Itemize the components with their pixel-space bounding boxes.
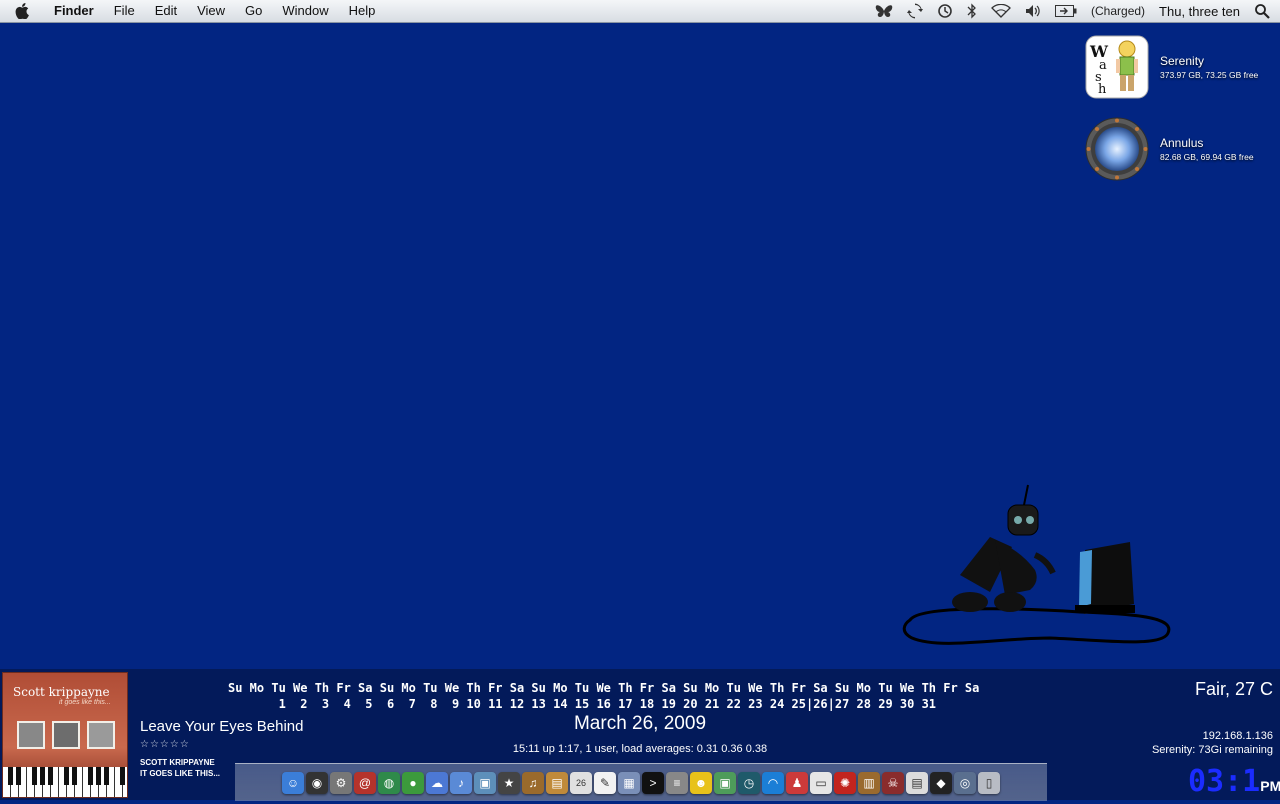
now-playing-rating[interactable]: ☆☆☆☆☆ xyxy=(140,739,190,750)
disk-annulus[interactable]: Annulus 82.68 GB, 69.94 GB free xyxy=(1085,117,1254,181)
month-calendar: Su Mo Tu We Th Fr Sa Su Mo Tu We Th Fr S… xyxy=(228,680,979,712)
spotlight-search-icon[interactable] xyxy=(1254,3,1270,19)
butterfly-icon[interactable] xyxy=(875,4,893,18)
stargate-disk-icon xyxy=(1085,117,1149,181)
ip-address: 192.168.1.136 xyxy=(1202,730,1273,742)
address-book-icon[interactable]: @ xyxy=(354,771,376,794)
system-preferences-icon[interactable]: ⚙ xyxy=(330,771,352,794)
time-machine-icon[interactable] xyxy=(937,3,953,19)
activity-monitor-icon[interactable]: ≡ xyxy=(666,771,688,794)
uptime-load: 15:11 up 1:17, 1 user, load averages: 0.… xyxy=(512,743,768,755)
piano-keys-graphic xyxy=(3,767,127,797)
calendar-weekdays: Su Mo Tu We Th Fr Sa Su Mo Tu We Th Fr S… xyxy=(228,681,980,695)
virus-icon[interactable]: ✺ xyxy=(834,771,856,794)
pirate-icon[interactable]: ☠ xyxy=(882,771,904,794)
wifi-icon[interactable]: ◠ xyxy=(762,771,784,794)
menu-window[interactable]: Window xyxy=(272,0,338,22)
adium-duck-icon[interactable]: ● xyxy=(402,771,424,794)
menu-help[interactable]: Help xyxy=(339,0,386,22)
digital-clock: 03:1PM xyxy=(1188,764,1280,804)
ical-icon[interactable]: 26 xyxy=(570,771,592,794)
dock: ☺ ◉ ⚙ @ ◍ ● ☁ ♪ ▣ ★ ♫ ▤ 26 ✎ ▦ > ≡ ☻ ▣ ◷ ◠ ♟ ▭ ✺ ▥ ☠ ▤ ◆ ◎ ▯ xyxy=(235,763,1047,801)
album-cover-artist: Scott krippayne xyxy=(13,685,110,699)
dark-app-icon[interactable]: ◆ xyxy=(930,771,952,794)
stargate-icon[interactable]: ◎ xyxy=(954,771,976,794)
chest-icon[interactable]: ▥ xyxy=(858,771,880,794)
apple-menu[interactable] xyxy=(0,3,44,19)
clock-time: 03:1 xyxy=(1188,764,1261,799)
menu-view[interactable]: View xyxy=(187,0,235,22)
clock-ampm: PM xyxy=(1260,778,1280,794)
menu-bar: Finder File Edit View Go Window Help (Ch… xyxy=(0,0,1280,23)
now-playing-artist: SCOTT KRIPPAYNE xyxy=(140,758,215,767)
now-playing-album: IT GOES LIKE THIS... xyxy=(140,769,221,778)
menu-edit[interactable]: Edit xyxy=(145,0,187,22)
document-icon[interactable]: ▭ xyxy=(810,771,832,794)
imovie-star-icon[interactable]: ★ xyxy=(498,771,520,794)
disk-size: 373.97 GB, 73.25 GB free xyxy=(1160,70,1259,80)
wifi-icon[interactable] xyxy=(991,4,1011,18)
album-photo xyxy=(17,721,45,749)
finder-icon[interactable]: ☺ xyxy=(282,771,304,794)
disk-size: 82.68 GB, 69.94 GB free xyxy=(1160,152,1254,162)
menu-clock[interactable]: Thu, three ten xyxy=(1159,4,1240,19)
yellow-creature-icon[interactable]: ☻ xyxy=(690,771,712,794)
network-globe-icon[interactable]: ◍ xyxy=(378,771,400,794)
volume-icon[interactable] xyxy=(1025,4,1041,18)
battery-status[interactable]: (Charged) xyxy=(1091,4,1145,18)
robot-icon[interactable]: ♟ xyxy=(786,771,808,794)
album-cover-subtitle: it goes like this... xyxy=(59,699,111,706)
now-playing-artist-album: SCOTT KRIPPAYNE IT GOES LIKE THIS... xyxy=(140,757,220,779)
wash-disk-icon: W a s h xyxy=(1085,35,1149,99)
album-cover[interactable]: Scott krippayne it goes like this... xyxy=(2,672,128,798)
itunes-icon[interactable]: ♪ xyxy=(450,771,472,794)
menu-go[interactable]: Go xyxy=(235,0,272,22)
current-date: March 26, 2009 xyxy=(573,713,707,734)
calendar-dates: 1 2 3 4 5 6 7 8 9 10 11 12 13 14 15 16 1… xyxy=(228,697,937,711)
garageband-icon[interactable]: ♫ xyxy=(522,771,544,794)
dashboard-icon[interactable]: ◉ xyxy=(306,771,328,794)
weather-readout: Fair, 27 C xyxy=(1194,679,1273,699)
album-photo xyxy=(87,721,115,749)
time-machine-icon[interactable]: ◷ xyxy=(738,771,760,794)
notebook-icon[interactable]: ▤ xyxy=(546,771,568,794)
sync-icon[interactable] xyxy=(907,3,924,19)
svg-text:h: h xyxy=(1098,82,1107,97)
terminal-icon[interactable]: > xyxy=(642,771,664,794)
album-photo xyxy=(52,721,80,749)
disk-serenity[interactable]: W a s h Serenity 373.97 GB, 73.25 GB fre… xyxy=(1085,35,1258,99)
menu-file[interactable]: File xyxy=(104,0,145,22)
disk-remaining: Serenity: 73Gi remaining xyxy=(1151,744,1273,756)
photo-stack-icon[interactable]: ▣ xyxy=(714,771,736,794)
now-playing-title: Leave Your Eyes Behind xyxy=(140,718,304,735)
robot-wallpaper-illustration xyxy=(902,484,1171,645)
preview-icon[interactable]: ▦ xyxy=(618,771,640,794)
menu-finder[interactable]: Finder xyxy=(44,0,104,22)
bluetooth-icon[interactable] xyxy=(967,3,977,19)
battery-icon[interactable] xyxy=(1055,5,1077,17)
disk-name: Serenity xyxy=(1160,54,1205,68)
disk-name: Annulus xyxy=(1160,136,1204,150)
ichat-icon[interactable]: ☁ xyxy=(426,771,448,794)
file-icon[interactable]: ▤ xyxy=(906,771,928,794)
trash-icon[interactable]: ▯ xyxy=(978,771,1000,794)
apple-icon xyxy=(15,3,29,19)
textedit-icon[interactable]: ✎ xyxy=(594,771,616,794)
iphoto-icon[interactable]: ▣ xyxy=(474,771,496,794)
